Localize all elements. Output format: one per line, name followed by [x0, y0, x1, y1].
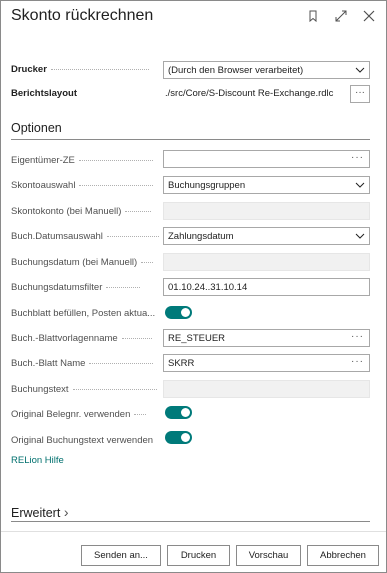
help-link[interactable]: RELion Hilfe	[11, 455, 64, 466]
journal-batch-input[interactable]: SKRR ···	[163, 354, 370, 372]
printer-label: Drucker	[11, 64, 165, 75]
discount-selection-label: Skontoauswahl	[11, 180, 165, 191]
original-docno-label: Original Belegnr. verwenden	[11, 409, 165, 420]
printer-select[interactable]: (Durch den Browser verarbeitet)	[163, 61, 370, 79]
advanced-section-toggle[interactable]: Erweitert ›	[11, 504, 68, 520]
posting-date-selection-select[interactable]: Zahlungsdatum	[163, 227, 370, 245]
report-layout-value: ./src/Core/S-Discount Re-Exchange.rdlc	[163, 85, 343, 103]
owner-unit-label: Eigentümer-ZE	[11, 155, 165, 166]
owner-unit-input[interactable]: ···	[163, 150, 370, 168]
posting-date-filter-label: Buchungsdatumsfilter	[11, 282, 165, 293]
posting-date-manual-input	[163, 253, 370, 271]
report-layout-lookup-button[interactable]: ···	[350, 85, 370, 103]
journal-batch-label: Buch.-Blatt Name	[11, 358, 165, 369]
original-posting-text-label: Original Buchungstext verwenden	[11, 435, 154, 446]
close-icon[interactable]	[362, 9, 376, 23]
lookup-icon[interactable]: ···	[351, 152, 364, 163]
fill-journal-toggle[interactable]	[165, 306, 192, 319]
chevron-down-icon	[355, 231, 365, 244]
advanced-section-divider	[11, 521, 370, 522]
original-posting-text-toggle[interactable]	[165, 431, 192, 444]
chevron-down-icon	[355, 65, 365, 78]
cancel-button[interactable]: Abbrechen	[307, 545, 379, 566]
posting-date-manual-label: Buchungsdatum (bei Manuell)	[11, 257, 165, 268]
journal-template-label: Buch.-Blattvorlagenname	[11, 333, 165, 344]
print-button[interactable]: Drucken	[167, 545, 230, 566]
discount-account-input	[163, 202, 370, 220]
chevron-right-icon: ›	[63, 504, 69, 520]
posting-date-selection-label: Buch.Datumsauswahl	[11, 231, 165, 242]
header-actions	[306, 9, 376, 23]
fill-journal-label: Buchblatt befüllen, Posten aktua...	[11, 308, 156, 319]
send-to-button[interactable]: Senden an...	[81, 545, 161, 566]
bookmark-icon[interactable]	[306, 9, 320, 23]
expand-icon[interactable]	[334, 9, 348, 23]
posting-date-filter-input[interactable]: 01.10.24..31.10.14	[163, 278, 370, 296]
lookup-icon[interactable]: ···	[351, 356, 364, 367]
report-request-dialog: Skonto rückrechnen Drucker (Durch den Br…	[0, 0, 387, 573]
posting-text-label: Buchungstext	[11, 384, 165, 395]
original-docno-toggle[interactable]	[165, 406, 192, 419]
journal-template-input[interactable]: RE_STEUER ···	[163, 329, 370, 347]
discount-account-label: Skontokonto (bei Manuell)	[11, 206, 165, 217]
discount-selection-select[interactable]: Buchungsgruppen	[163, 176, 370, 194]
chevron-down-icon	[355, 180, 365, 193]
preview-button[interactable]: Vorschau	[236, 545, 301, 566]
footer-divider	[1, 531, 386, 532]
dialog-title: Skonto rückrechnen	[11, 7, 154, 24]
options-section-title: Optionen	[11, 121, 62, 135]
posting-text-input	[163, 380, 370, 398]
report-layout-label: Berichtslayout	[11, 88, 77, 99]
options-section-divider	[11, 139, 370, 140]
lookup-icon[interactable]: ···	[351, 331, 364, 342]
